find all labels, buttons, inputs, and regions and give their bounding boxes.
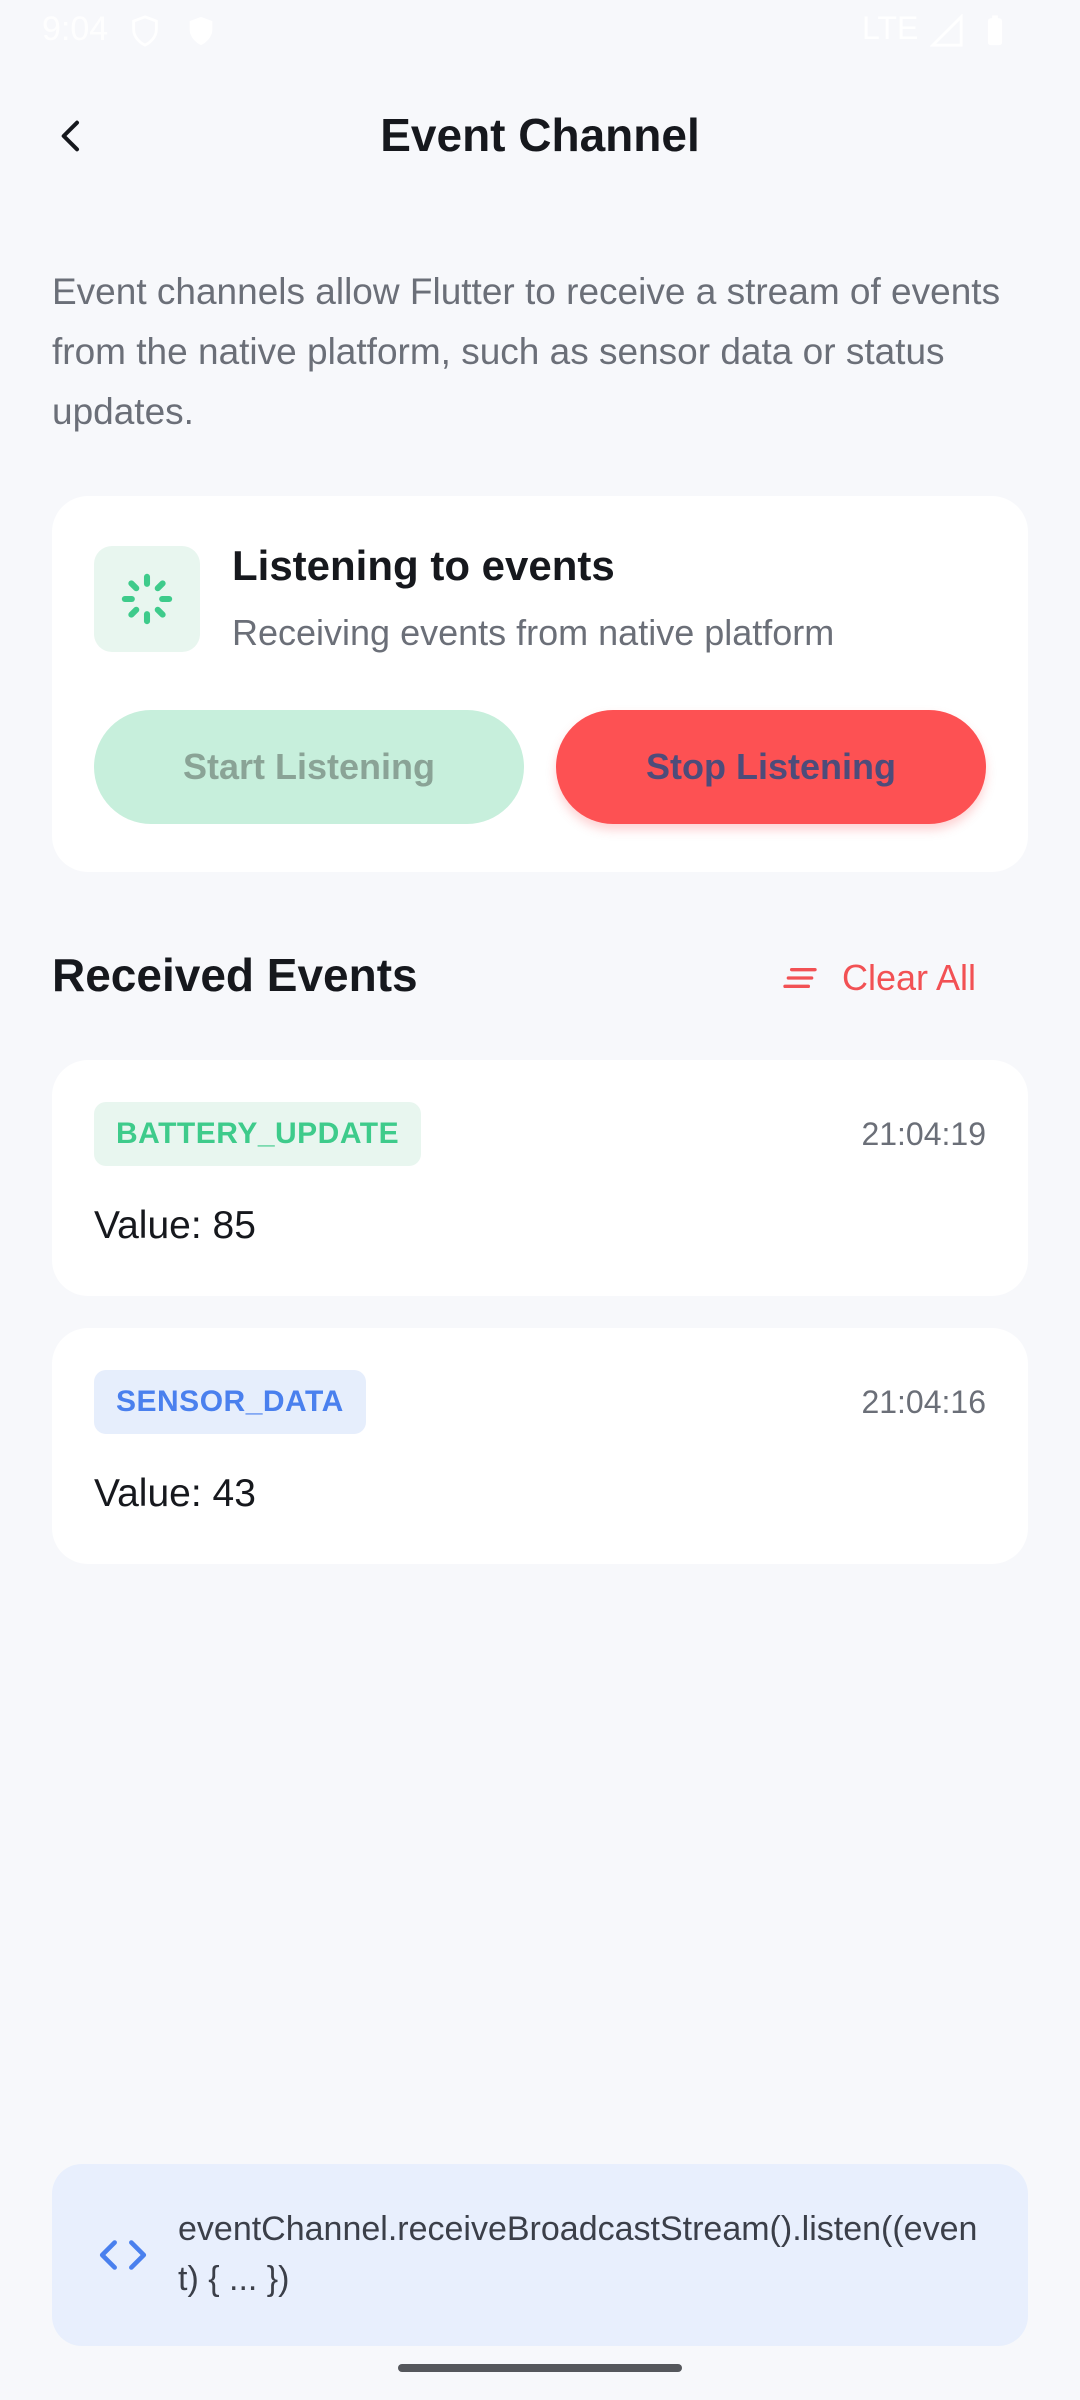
event-card: SENSOR_DATA 21:04:16 Value: 43	[52, 1328, 1028, 1564]
loading-spinner-icon	[121, 573, 173, 625]
code-icon	[99, 2240, 147, 2270]
event-card: BATTERY_UPDATE 21:04:19 Value: 85	[52, 1060, 1028, 1296]
status-time: 9:04	[42, 10, 109, 48]
play-protect-icon	[189, 16, 213, 46]
app-bar: Event Channel	[0, 80, 1080, 192]
home-indicator[interactable]	[398, 2364, 682, 2372]
network-label: LTE	[862, 10, 919, 46]
status-title: Listening to events	[232, 542, 615, 589]
description-text: Event channels allow Flutter to receive …	[52, 271, 1001, 432]
event-timestamp: 21:04:16	[861, 1384, 986, 1420]
event-type-badge: BATTERY_UPDATE	[94, 1102, 422, 1166]
event-value: Value: 85	[94, 1204, 256, 1247]
received-events-heading: Received Events	[52, 949, 418, 1001]
event-type-badge: SENSOR_DATA	[94, 1370, 366, 1434]
listening-status-card: Listening to events Receiving events fro…	[52, 496, 1028, 872]
clear-all-icon	[783, 968, 817, 988]
page-title: Event Channel	[380, 109, 700, 161]
status-icon-container	[94, 546, 200, 652]
signal-icon	[930, 14, 963, 47]
stop-listening-button[interactable]: Stop Listening	[556, 710, 986, 824]
shield-icon	[132, 15, 158, 47]
status-subtitle: Receiving events from native platform	[232, 612, 835, 653]
clear-all-label: Clear All	[842, 957, 977, 998]
code-snippet-box: eventChannel.receiveBroadcastStream().li…	[52, 2164, 1028, 2346]
battery-icon	[987, 15, 1003, 46]
event-value: Value: 43	[94, 1472, 256, 1515]
start-listening-button[interactable]: Start Listening	[94, 710, 524, 824]
code-snippet-text: eventChannel.receiveBroadcastStream().li…	[178, 2210, 978, 2298]
clear-all-button[interactable]: Clear All	[780, 950, 976, 1006]
event-timestamp: 21:04:19	[861, 1116, 986, 1152]
status-bar: 9:04 LTE	[0, 0, 1080, 60]
